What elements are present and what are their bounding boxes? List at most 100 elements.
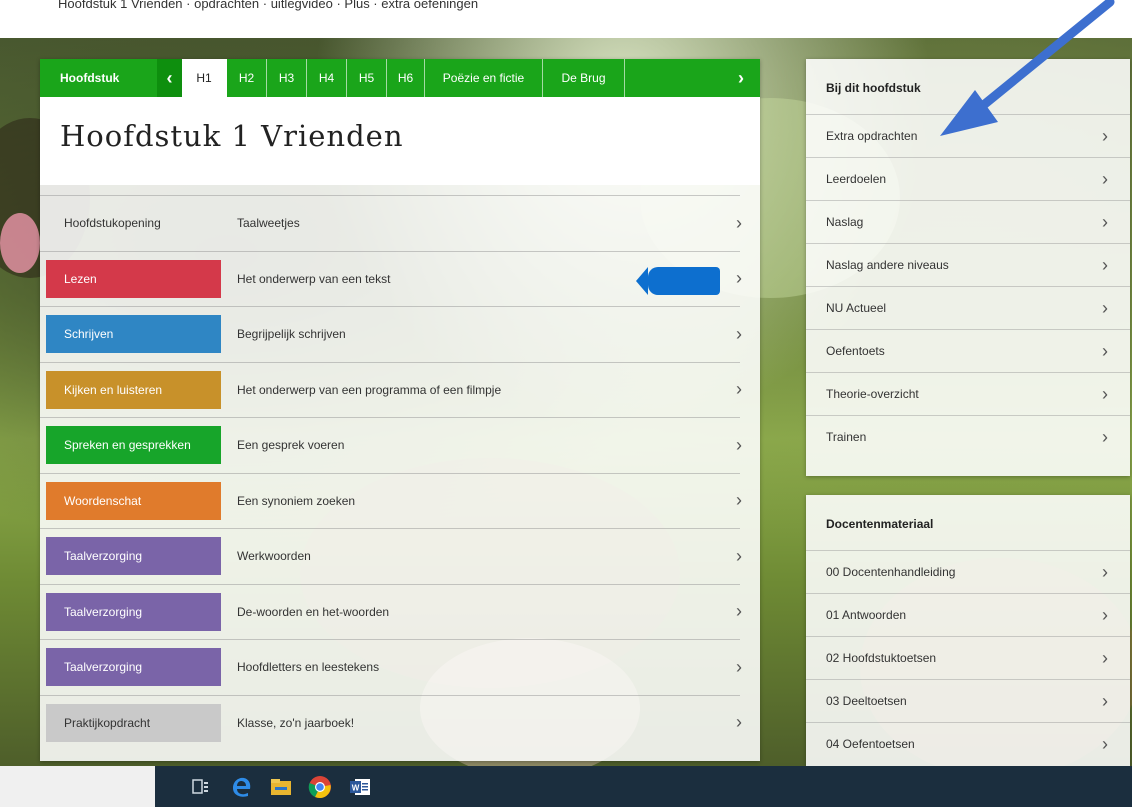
svg-text:W: W xyxy=(352,784,360,793)
teacher-material-item-label: 04 Oefentoetsen xyxy=(826,737,915,751)
chapter-resource-item[interactable]: Leerdoelen › xyxy=(806,157,1130,200)
lesson-row[interactable]: Hoofdstukopening Taalweetjes › xyxy=(40,195,742,250)
lesson-category-label: Spreken en gesprekken xyxy=(46,426,221,464)
chapter-resource-item[interactable]: Extra opdrachten › xyxy=(806,114,1130,157)
lesson-row[interactable]: Schrijven Begrijpelijk schrijven › xyxy=(40,306,742,361)
chapter-resource-item-label: Oefentoets xyxy=(826,344,885,358)
windows-taskbar: W xyxy=(0,766,1132,807)
chapter-tabbar: Hoofdstuk ‹ H1 H2 H3 H4 H5 H6 Poëzie en … xyxy=(40,59,760,97)
page-title: Hoofdstuk 1 Vrienden xyxy=(60,119,404,153)
lesson-topic-label[interactable]: Begrijpelijk schrijven xyxy=(237,307,346,361)
lesson-category-label: Lezen xyxy=(46,259,221,298)
lesson-row[interactable]: Lezen Het onderwerp van een tekst › xyxy=(40,250,742,306)
tab-h3[interactable]: H3 xyxy=(267,59,307,97)
chevron-right-icon: › xyxy=(1102,426,1108,447)
tab-h1[interactable]: H1 xyxy=(182,59,227,97)
chevron-right-icon: › xyxy=(1102,340,1108,361)
lesson-topic-label[interactable]: Werkwoorden xyxy=(237,529,311,583)
teacher-material-item[interactable]: 01 Antwoorden › xyxy=(806,593,1130,636)
lesson-topic-label[interactable]: Klasse, zo'n jaarboek! xyxy=(237,696,354,750)
lesson-topic-label[interactable]: De-woorden en het-woorden xyxy=(237,585,389,639)
chapter-resource-item-label: Theorie-overzicht xyxy=(826,387,919,401)
chapter-resource-item[interactable]: Oefentoets › xyxy=(806,329,1130,372)
edge-icon[interactable] xyxy=(229,774,255,800)
teacher-material-item-label: 00 Docentenhandleiding xyxy=(826,565,956,579)
lesson-category-label: Taalverzorging xyxy=(46,592,221,631)
chapter-resource-item[interactable]: Naslag › xyxy=(806,200,1130,243)
teacher-material-item-label: 01 Antwoorden xyxy=(826,608,907,622)
lesson-topic-label[interactable]: Het onderwerp van een tekst xyxy=(237,252,390,306)
teacher-materials-panel: Docentenmateriaal 00 Docentenhandleiding… xyxy=(806,495,1130,766)
chevron-right-icon: › xyxy=(1102,211,1108,232)
chevron-right-icon[interactable]: › xyxy=(736,585,742,639)
lesson-category-label: Hoofdstukopening xyxy=(64,216,161,230)
chapter-resource-item[interactable]: Trainen › xyxy=(806,415,1130,458)
lesson-row[interactable]: Spreken en gesprekken Een gesprek voeren › xyxy=(40,417,742,472)
chevron-right-icon[interactable]: › xyxy=(736,418,742,472)
chrome-icon[interactable] xyxy=(307,774,333,800)
teacher-material-item[interactable]: 02 Hoofdstuktoetsen › xyxy=(806,636,1130,679)
chevron-right-icon: › xyxy=(1102,125,1108,146)
chevron-right-icon[interactable]: › xyxy=(736,529,742,583)
chapter-resource-item-label: Trainen xyxy=(826,430,867,444)
chevron-right-icon: › xyxy=(1102,297,1108,318)
lesson-row[interactable]: Taalverzorging Werkwoorden › xyxy=(40,528,742,583)
tab-h4[interactable]: H4 xyxy=(307,59,347,97)
chevron-right-icon[interactable]: › xyxy=(736,474,742,528)
chevron-right-icon[interactable]: › xyxy=(736,252,742,306)
chapter-resource-item-label: Naslag andere niveaus xyxy=(826,258,949,272)
top-strip: Hoofdstuk 1 Vrienden · opdrachten · uitl… xyxy=(0,0,1132,38)
chevron-right-icon[interactable]: › xyxy=(736,363,742,417)
chevron-right-icon[interactable]: › xyxy=(736,307,742,361)
lesson-row[interactable]: Praktijkopdracht Klasse, zo'n jaarboek! › xyxy=(40,694,742,750)
chapter-resource-item[interactable]: Theorie-overzicht › xyxy=(806,372,1130,415)
chapter-resources-panel: Bij dit hoofdstuk Extra opdrachten › Leerd… xyxy=(806,59,1130,476)
tab-h6[interactable]: H6 xyxy=(387,59,425,97)
tab-h5[interactable]: H5 xyxy=(347,59,387,97)
chapter-panel: Hoofdstuk ‹ H1 H2 H3 H4 H5 H6 Poëzie en … xyxy=(40,59,760,761)
chapter-resource-item-label: Leerdoelen xyxy=(826,172,887,186)
bookmark-tag-icon xyxy=(636,266,720,295)
chevron-right-icon[interactable]: › xyxy=(736,640,742,694)
chevron-right-icon[interactable]: › xyxy=(736,696,742,750)
tab-poezie-en-fictie[interactable]: Poëzie en fictie xyxy=(425,59,543,97)
lesson-row[interactable]: Kijken en luisteren Het onderwerp van een… xyxy=(40,361,742,417)
teacher-material-item-label: 02 Hoofdstuktoetsen xyxy=(826,651,937,665)
lesson-row[interactable]: Taalverzorging De-woorden en het-woorden › xyxy=(40,583,742,639)
chevron-right-icon: › xyxy=(1102,647,1108,668)
lesson-row[interactable]: Woordenschat Een synoniem zoeken › xyxy=(40,472,742,528)
teacher-material-item[interactable]: 04 Oefentoetsen › xyxy=(806,722,1130,765)
chapter-resources-heading: Bij dit hoofdstuk xyxy=(826,81,921,95)
tab-hoofdstuk: Hoofdstuk xyxy=(60,71,120,85)
taskbar-search-area[interactable] xyxy=(0,766,155,807)
chevron-right-icon: › xyxy=(1102,733,1108,754)
teacher-materials-heading: Docentenmateriaal xyxy=(826,517,934,531)
lesson-category-label: Kijken en luisteren xyxy=(46,370,221,409)
lesson-topic-label[interactable]: Een gesprek voeren xyxy=(237,418,344,472)
lesson-topic-label[interactable]: Taalweetjes xyxy=(237,196,300,250)
lesson-category-label: Taalverzorging xyxy=(46,648,221,686)
lesson-topic-label[interactable]: Een synoniem zoeken xyxy=(237,474,355,528)
tab-h2[interactable]: H2 xyxy=(227,59,267,97)
chevron-right-icon: › xyxy=(1102,168,1108,189)
next-chapter-button[interactable]: › xyxy=(722,59,760,97)
word-icon[interactable]: W xyxy=(347,774,373,800)
chevron-right-icon: › xyxy=(1102,383,1108,404)
file-explorer-icon[interactable] xyxy=(268,774,294,800)
tab-de-brug[interactable]: De Brug xyxy=(543,59,625,97)
chapter-resource-item-label: Naslag xyxy=(826,215,864,229)
lesson-topic-label[interactable]: Hoofdletters en leestekens xyxy=(237,640,379,694)
chapter-resource-item[interactable]: NU Actueel › xyxy=(806,286,1130,329)
chevron-right-icon[interactable]: › xyxy=(736,196,742,250)
chevron-right-icon: › xyxy=(1102,254,1108,275)
chevron-right-icon: › xyxy=(1102,690,1108,711)
task-view-icon[interactable] xyxy=(188,774,214,800)
lesson-topic-label[interactable]: Het onderwerp van een programma of een f… xyxy=(237,363,501,417)
prev-chapter-button[interactable]: ‹ xyxy=(157,59,182,97)
teacher-material-item[interactable]: 03 Deeltoetsen › xyxy=(806,679,1130,722)
chapter-resource-item[interactable]: Naslag andere niveaus › xyxy=(806,243,1130,286)
lesson-row[interactable]: Taalverzorging Hoofdletters en leestekens… xyxy=(40,639,742,694)
lesson-category-label: Woordenschat xyxy=(46,481,221,520)
teacher-material-item[interactable]: 00 Docentenhandleiding › xyxy=(806,550,1130,593)
lesson-category-label: Schrijven xyxy=(46,315,221,353)
